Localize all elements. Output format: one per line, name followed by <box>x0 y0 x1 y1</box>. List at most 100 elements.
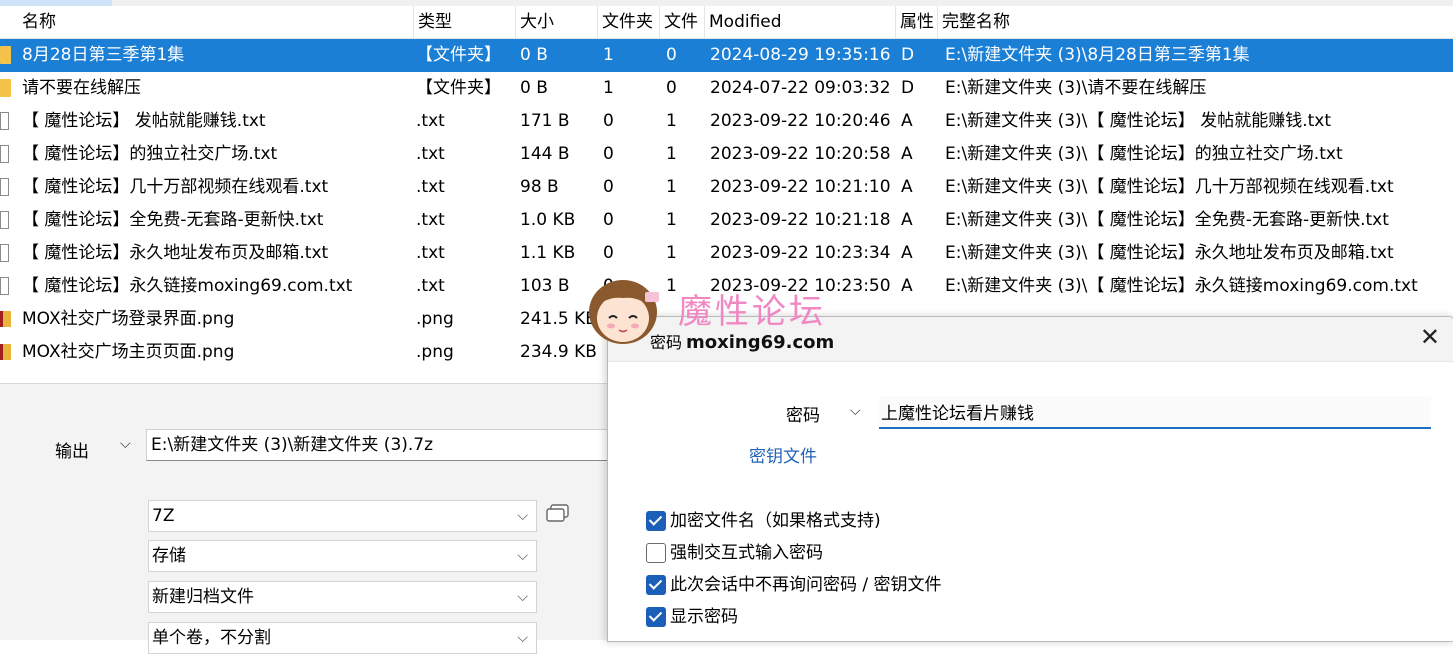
folder-icon <box>0 79 11 97</box>
cell-attr: D <box>901 45 915 65</box>
column-header-modified[interactable]: Modified <box>705 6 896 38</box>
cell-name: MOX社交广场登录界面.png <box>22 309 235 329</box>
column-header-full-name[interactable]: 完整名称 <box>938 6 1453 38</box>
key-file-link[interactable]: 密钥文件 <box>749 442 817 467</box>
cell-files: 1 <box>666 111 677 131</box>
cell-type: .txt <box>416 111 445 131</box>
text-file-icon <box>0 244 9 262</box>
cell-full: E:\新建文件夹 (3)\【 魔性论坛】的独立社交广场.txt <box>945 144 1343 164</box>
table-row[interactable]: 【 魔性论坛】几十万部视频在线观看.txt .txt 98 B 0 1 2023-09-2… <box>0 171 1453 204</box>
cell-folders: 1 <box>603 78 614 98</box>
table-row[interactable]: 【 魔性论坛】全免费-无套路-更新快.txt .txt 1.0 KB 0 1 2023-0… <box>0 204 1453 237</box>
cell-folders: 0 <box>603 210 614 230</box>
checkbox[interactable] <box>646 575 666 595</box>
compression-level-select[interactable]: 存储 ⌵ <box>148 540 537 572</box>
checkbox[interactable] <box>646 543 666 563</box>
column-header-files[interactable]: 文件 <box>660 6 705 38</box>
split-volume-select[interactable]: 单个卷，不分割 ⌵ <box>148 622 537 654</box>
cell-folders: 0 <box>603 111 614 131</box>
cell-type: 【文件夹】 <box>416 78 501 98</box>
cell-modified: 2023-09-22 10:23:34 <box>710 243 891 263</box>
cell-files: 1 <box>666 243 677 263</box>
cell-size: 1.0 KB <box>520 210 576 230</box>
password-input[interactable] <box>879 396 1431 429</box>
cell-full: E:\新建文件夹 (3)\8月28日第三季第1集 <box>945 45 1250 65</box>
cell-type: .txt <box>416 210 445 230</box>
archive-format-select[interactable]: 7Z ⌵ <box>148 500 537 532</box>
table-row[interactable]: 【 魔性论坛】的独立社交广场.txt .txt 144 B 0 1 2023-09-22 … <box>0 138 1453 171</box>
folder-icon <box>0 46 11 64</box>
cell-files: 0 <box>666 45 677 65</box>
cell-full: E:\新建文件夹 (3)\【 魔性论坛】永久链接moxing69.com.txt <box>945 276 1418 296</box>
cell-modified: 2023-09-22 10:21:18 <box>710 210 891 230</box>
cell-size: 0 B <box>520 78 548 98</box>
table-row[interactable]: 8月28日第三季第1集 【文件夹】 0 B 1 0 2024-08-29 19:35:16… <box>0 39 1453 72</box>
table-row[interactable]: 请不要在线解压 【文件夹】 0 B 1 0 2024-07-22 09:03:32 D E:\… <box>0 72 1453 105</box>
cell-size: 1.1 KB <box>520 243 576 263</box>
output-path-field[interactable]: E:\新建文件夹 (3)\新建文件夹 (3).7z <box>146 429 616 461</box>
checkbox-label: 此次会话中不再询问密码 / 密钥文件 <box>670 575 942 595</box>
chevron-down-icon: ⌵ <box>517 548 528 564</box>
checkbox[interactable] <box>646 511 666 531</box>
cell-type: .png <box>416 342 454 362</box>
cell-folders: 0 <box>603 177 614 197</box>
chevron-down-icon: ⌵ <box>517 630 528 646</box>
cell-full: E:\新建文件夹 (3)\【 魔性论坛】永久地址发布页及邮箱.txt <box>945 243 1394 263</box>
cell-files: 1 <box>666 144 677 164</box>
cell-name: 【 魔性论坛】的独立社交广场.txt <box>22 144 278 164</box>
cell-attr: A <box>901 210 913 230</box>
watermark-url: moxing69.com <box>686 332 835 353</box>
cell-type: .txt <box>416 144 445 164</box>
cell-type: .txt <box>416 243 445 263</box>
table-row[interactable]: 【 魔性论坛】永久地址发布页及邮箱.txt .txt 1.1 KB 0 1 2023-09… <box>0 237 1453 270</box>
cell-name: 【 魔性论坛】全免费-无套路-更新快.txt <box>22 210 324 230</box>
image-file-icon <box>0 344 11 360</box>
close-icon[interactable]: ✕ <box>1420 323 1440 351</box>
cell-folders: 0 <box>603 243 614 263</box>
cell-size: 98 B <box>520 177 559 197</box>
update-mode-value: 新建归档文件 <box>152 587 254 607</box>
cell-modified: 2024-07-22 09:03:32 <box>710 78 891 98</box>
archive-format-value: 7Z <box>152 506 175 526</box>
checkbox-label: 显示密码 <box>670 607 738 627</box>
chevron-down-icon: ⌵ <box>517 589 528 605</box>
cell-size: 0 B <box>520 45 548 65</box>
text-file-icon <box>0 178 9 196</box>
compression-level-value: 存储 <box>152 546 186 566</box>
password-label: 密码 <box>786 406 820 426</box>
column-header-size[interactable]: 大小 <box>516 6 598 38</box>
text-file-icon <box>0 112 9 130</box>
cell-folders: 1 <box>603 45 614 65</box>
checkbox-label: 强制交互式输入密码 <box>670 543 823 563</box>
checkbox-label: 加密文件名（如果格式支持) <box>670 511 881 531</box>
cell-name: 8月28日第三季第1集 <box>22 45 185 65</box>
checkbox[interactable] <box>646 607 666 627</box>
text-file-icon <box>0 211 9 229</box>
cell-full: E:\新建文件夹 (3)\请不要在线解压 <box>945 78 1207 98</box>
watermark-title: 魔性论坛 <box>678 292 826 332</box>
cell-modified: 2023-09-22 10:20:58 <box>710 144 891 164</box>
cell-name: 【 魔性论坛】几十万部视频在线观看.txt <box>22 177 329 197</box>
chevron-down-icon[interactable]: ⌵ <box>850 403 861 419</box>
cell-size: 144 B <box>520 144 570 164</box>
cell-type: .png <box>416 309 454 329</box>
column-header-attributes[interactable]: 属性 <box>896 6 938 38</box>
cell-modified: 2024-08-29 19:35:16 <box>710 45 891 65</box>
split-volume-value: 单个卷，不分割 <box>152 628 271 648</box>
chevron-down-icon[interactable]: ⌵ <box>120 436 131 452</box>
cell-name: 【 魔性论坛】永久链接moxing69.com.txt <box>22 276 353 296</box>
archive-options-panel: 输出 ⌵ E:\新建文件夹 (3)\新建文件夹 (3).7z 7Z ⌵ 存储 ⌵… <box>0 384 616 654</box>
column-header-folders[interactable]: 文件夹 <box>598 6 660 38</box>
cell-attr: D <box>901 78 915 98</box>
update-mode-select[interactable]: 新建归档文件 ⌵ <box>148 581 537 613</box>
file-list-header: 名称 类型 大小 文件夹 文件 Modified 属性 完整名称 <box>0 6 1453 39</box>
cell-attr: A <box>901 144 913 164</box>
column-header-name[interactable]: 名称 <box>18 6 414 38</box>
cell-full: E:\新建文件夹 (3)\【 魔性论坛】全免费-无套路-更新快.txt <box>945 210 1389 230</box>
comment-icon[interactable] <box>546 504 570 524</box>
table-row[interactable]: 【 魔性论坛】 发帖就能赚钱.txt .txt 171 B 0 1 2023-09-22 … <box>0 105 1453 138</box>
cell-type: 【文件夹】 <box>416 45 501 65</box>
cell-files: 1 <box>666 177 677 197</box>
cell-attr: A <box>901 243 913 263</box>
column-header-type[interactable]: 类型 <box>414 6 516 38</box>
